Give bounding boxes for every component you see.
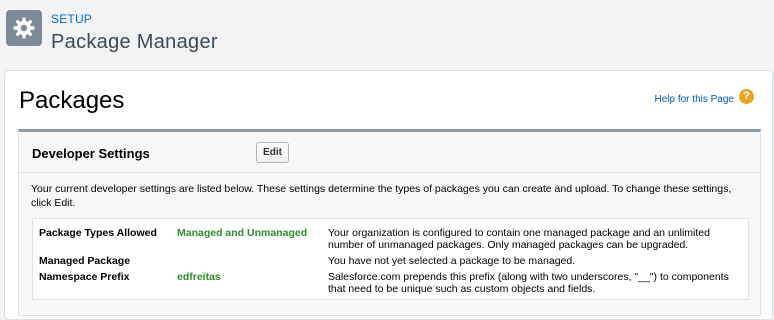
section-header: Developer Settings Edit: [19, 132, 760, 173]
edit-button[interactable]: Edit: [256, 142, 289, 163]
help-link[interactable]: Help for this Page: [655, 94, 735, 105]
page-header: SETUP Package Manager: [0, 0, 774, 70]
row-note: You have not yet selected a package to b…: [328, 255, 576, 267]
row-note: Your organization is configured to conta…: [328, 227, 710, 251]
packages-card: Packages Help for this Page ? Developer …: [4, 70, 773, 320]
row-label: Namespace Prefix: [39, 271, 130, 283]
setup-icon-box: [6, 10, 42, 46]
row-label: Managed Package: [39, 255, 131, 267]
row-note: Salesforce.com prepends this prefix (alo…: [328, 271, 729, 295]
gear-icon: [13, 17, 35, 39]
settings-detail-table: Package Types Allowed Managed and Unmana…: [32, 218, 749, 300]
breadcrumb-setup[interactable]: SETUP: [51, 12, 92, 26]
page-title: Package Manager: [51, 31, 218, 53]
row-value: Managed and Unmanaged: [177, 227, 308, 239]
section-description: Your current developer settings are list…: [31, 183, 732, 209]
row-value: edfreitas: [177, 271, 221, 283]
packages-heading: Packages: [19, 87, 125, 114]
developer-settings-section: Developer Settings Edit Your current dev…: [18, 129, 761, 316]
row-label: Package Types Allowed: [39, 227, 157, 239]
section-title: Developer Settings: [32, 146, 150, 161]
help-icon[interactable]: ?: [739, 89, 754, 104]
